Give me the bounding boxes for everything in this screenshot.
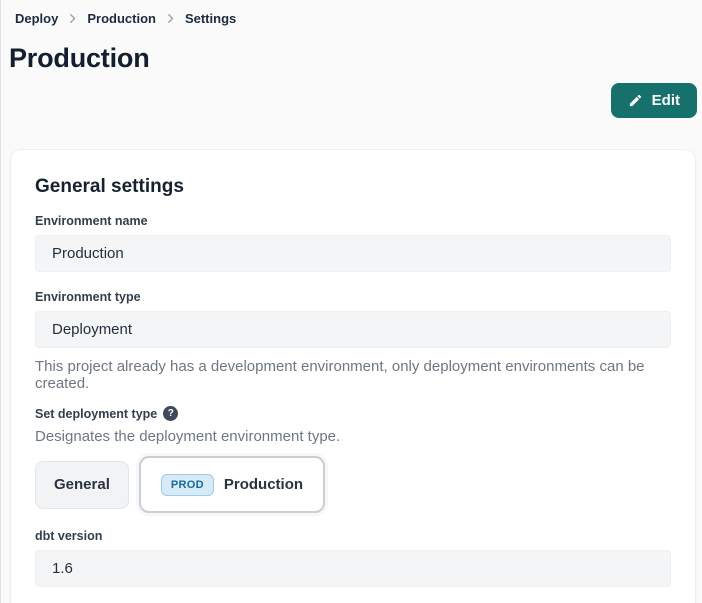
edit-button[interactable]: Edit [611, 83, 697, 118]
chevron-right-icon [165, 13, 176, 24]
breadcrumb: Deploy Production Settings [1, 0, 702, 26]
breadcrumb-deploy[interactable]: Deploy [15, 11, 58, 26]
breadcrumb-production[interactable]: Production [87, 11, 156, 26]
edit-button-label: Edit [652, 92, 680, 109]
dbt-version-input[interactable] [35, 550, 671, 587]
chevron-right-icon [67, 13, 78, 24]
deployment-type-option-general[interactable]: General [35, 461, 129, 509]
general-settings-card: General settings Environment name Enviro… [11, 150, 695, 603]
prod-badge: PROD [161, 474, 214, 496]
page-title: Production [1, 26, 702, 74]
deployment-type-label-text: Set deployment type [35, 407, 157, 421]
settings-page: Deploy Production Settings Production Ed… [0, 0, 702, 603]
question-circle-icon[interactable]: ? [163, 406, 178, 421]
environment-name-input[interactable] [35, 235, 671, 272]
option-production-label: Production [224, 476, 303, 493]
card-heading: General settings [35, 176, 671, 198]
dbt-version-label: dbt version [35, 529, 671, 543]
environment-type-input[interactable] [35, 311, 671, 348]
environment-type-group: Environment type This project already ha… [35, 290, 671, 392]
deployment-type-toggle: General PROD Production [35, 456, 671, 513]
option-general-label: General [54, 476, 110, 493]
deployment-type-description: Designates the deployment environment ty… [35, 428, 671, 445]
pencil-icon [628, 93, 643, 108]
environment-type-helper: This project already has a development e… [35, 358, 671, 392]
environment-name-group: Environment name [35, 214, 671, 290]
breadcrumb-settings[interactable]: Settings [185, 11, 236, 26]
deployment-type-option-production[interactable]: PROD Production [139, 456, 325, 513]
environment-name-label: Environment name [35, 214, 671, 228]
deployment-type-label: Set deployment type ? [35, 406, 671, 421]
dbt-version-group: dbt version [35, 529, 671, 603]
deployment-type-group: Set deployment type ? Designates the dep… [35, 406, 671, 513]
environment-type-label: Environment type [35, 290, 671, 304]
